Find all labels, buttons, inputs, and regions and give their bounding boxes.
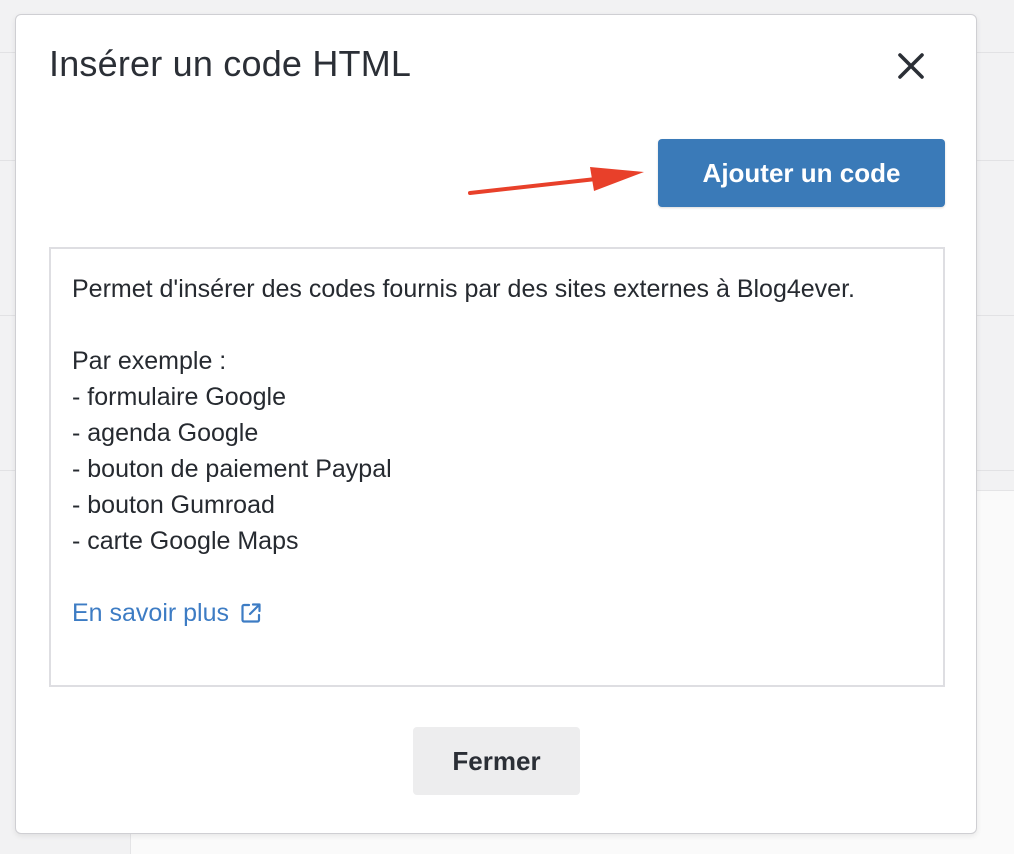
learn-more-link[interactable]: En savoir plus	[72, 595, 263, 631]
list-item: - bouton de paiement Paypal	[72, 455, 392, 483]
close-icon[interactable]	[894, 49, 928, 83]
example-heading: Par exemple :	[72, 347, 227, 375]
list-item: - agenda Google	[72, 419, 259, 447]
red-arrow-icon	[468, 167, 644, 195]
info-panel: Permet d'insérer des codes fournis par d…	[49, 247, 945, 687]
learn-more-label: En savoir plus	[72, 599, 230, 627]
close-button[interactable]: Fermer	[413, 727, 580, 795]
dialog-title: Insérer un code HTML	[49, 43, 412, 84]
list-item: - carte Google Maps	[72, 527, 299, 555]
list-item: - formulaire Google	[72, 383, 286, 411]
external-link-icon	[241, 603, 261, 623]
add-code-button[interactable]: Ajouter un code	[658, 139, 945, 207]
insert-html-dialog: Insérer un code HTML Ajouter un code Per…	[15, 14, 977, 834]
info-intro-text: Permet d'insérer des codes fournis par d…	[72, 275, 855, 303]
example-list: - formulaire Google - agenda Google - bo…	[72, 379, 923, 559]
list-item: - bouton Gumroad	[72, 491, 275, 519]
